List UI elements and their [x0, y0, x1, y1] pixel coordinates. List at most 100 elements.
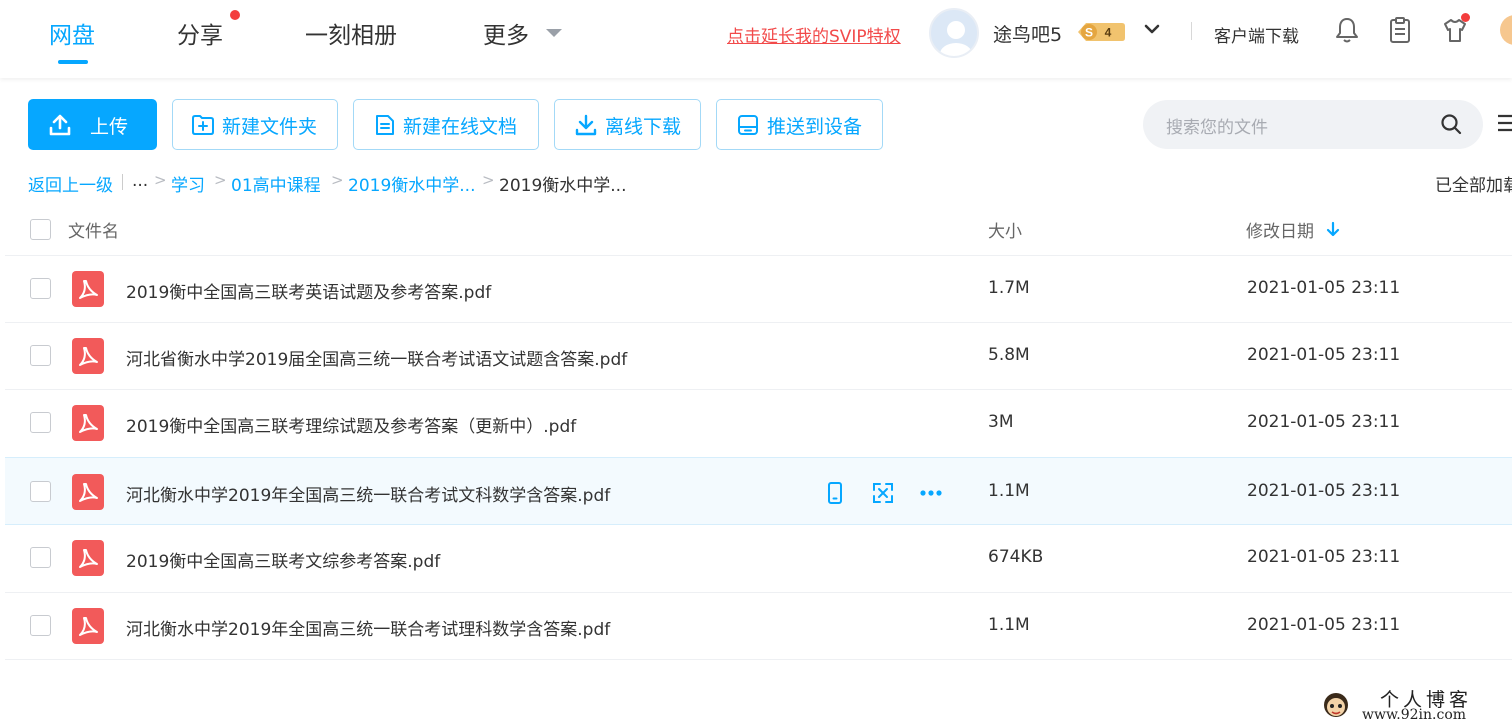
column-header-date[interactable]: 修改日期: [1246, 217, 1314, 242]
shirt-notification-dot: [1461, 13, 1470, 22]
file-date: 2021-01-05 23:11: [1247, 412, 1401, 432]
top-bar: 网盘 分享 一刻相册 更多 点击延长我的SVIP特权 途鸟吧5 S 4 客户端下…: [0, 0, 1512, 78]
row-checkbox[interactable]: [30, 345, 51, 366]
row-checkbox[interactable]: [30, 615, 51, 636]
row-checkbox[interactable]: [30, 412, 51, 433]
file-size: 1.1M: [988, 481, 1030, 501]
file-row[interactable]: 2019衡中全国高三联考英语试题及参考答案.pdf 1.7M 2021-01-0…: [5, 256, 1512, 323]
svip-level-badge-icon: S 4: [1078, 23, 1125, 41]
new-folder-button[interactable]: 新建文件夹: [172, 99, 338, 150]
row-checkbox[interactable]: [30, 481, 51, 502]
file-date: 2021-01-05 23:11: [1247, 481, 1401, 501]
partial-avatar[interactable]: [1500, 15, 1512, 45]
row-checkbox[interactable]: [30, 278, 51, 299]
push-to-device-label: 推送到设备: [767, 116, 863, 138]
file-date: 2021-01-05 23:11: [1247, 278, 1401, 298]
breadcrumb-divider: [122, 174, 123, 190]
file-date: 2021-01-05 23:11: [1247, 547, 1401, 567]
breadcrumb-item-highschool[interactable]: 01高中课程: [231, 171, 321, 196]
tab-album[interactable]: 一刻相册: [305, 16, 397, 50]
client-download-link[interactable]: 客户端下载: [1214, 22, 1299, 47]
file-name[interactable]: 河北衡水中学2019年全国高三统一联合考试理科数学含答案.pdf: [126, 615, 610, 640]
pdf-file-icon: [72, 405, 104, 441]
upload-label: 上传: [90, 116, 129, 138]
badge-s-text: S: [1085, 26, 1093, 40]
chevron-down-icon[interactable]: [1143, 20, 1161, 38]
file-name[interactable]: 2019衡中全国高三联考英语试题及参考答案.pdf: [126, 278, 491, 303]
file-name[interactable]: 2019衡中全国高三联考理综试题及参考答案（更新中）.pdf: [126, 412, 576, 437]
search-icon[interactable]: [1440, 113, 1462, 135]
breadcrumb-item-study[interactable]: 学习: [171, 171, 205, 196]
push-to-device-button[interactable]: 推送到设备: [716, 99, 883, 150]
breadcrumb-separator-icon: >: [482, 171, 495, 189]
share-icon[interactable]: [871, 481, 895, 505]
cartoon-face-icon: [1324, 693, 1348, 717]
breadcrumb-separator-icon: >: [214, 171, 227, 189]
share-notification-dot: [230, 10, 240, 20]
upload-button[interactable]: 上传: [28, 99, 157, 150]
offline-download-label: 离线下载: [605, 116, 682, 138]
file-row-hovered[interactable]: 河北衡水中学2019年全国高三统一联合考试文科数学含答案.pdf 1.1M 20…: [5, 457, 1512, 525]
back-link[interactable]: 返回上一级: [28, 171, 113, 196]
row-divider: [5, 659, 1512, 660]
file-row[interactable]: 河北衡水中学2019年全国高三统一联合考试理科数学含答案.pdf 1.1M 20…: [5, 593, 1512, 660]
username[interactable]: 途鸟吧5: [993, 20, 1062, 47]
file-size: 3M: [988, 412, 1014, 432]
new-folder-label: 新建文件夹: [222, 116, 318, 138]
file-date: 2021-01-05 23:11: [1247, 615, 1401, 635]
file-name[interactable]: 河北省衡水中学2019届全国高三统一联合考试语文试题含答案.pdf: [126, 345, 627, 370]
breadcrumb-item-hengshui[interactable]: 2019衡水中学...: [348, 171, 475, 196]
watermark-url: www.92in.com: [1362, 707, 1467, 723]
file-row[interactable]: 2019衡中全国高三联考理综试题及参考答案（更新中）.pdf 3M 2021-0…: [5, 390, 1512, 457]
badge-level-text: 4: [1105, 26, 1112, 40]
sort-descending-icon[interactable]: [1326, 220, 1340, 238]
header-divider: [1191, 22, 1192, 40]
document-icon: [376, 115, 394, 135]
user-avatar[interactable]: [929, 8, 979, 58]
list-view-icon[interactable]: [1498, 112, 1512, 134]
select-all-checkbox[interactable]: [30, 219, 51, 240]
file-size: 674KB: [988, 547, 1044, 567]
pdf-file-icon: [72, 474, 104, 510]
file-size: 5.8M: [988, 345, 1030, 365]
svip-renew-link[interactable]: 点击延长我的SVIP特权: [727, 22, 901, 47]
new-online-doc-button[interactable]: 新建在线文档: [353, 99, 539, 150]
column-header-size[interactable]: 大小: [988, 217, 1022, 242]
file-row[interactable]: 河北省衡水中学2019届全国高三统一联合考试语文试题含答案.pdf 5.8M 2…: [5, 323, 1512, 390]
active-tab-indicator: [58, 60, 88, 64]
file-size: 1.1M: [988, 615, 1030, 635]
file-row[interactable]: 2019衡中全国高三联考文综参考答案.pdf 674KB 2021-01-05 …: [5, 525, 1512, 592]
file-date: 2021-01-05 23:11: [1247, 345, 1401, 365]
tab-netdisk[interactable]: 网盘: [49, 16, 95, 50]
breadcrumb-separator-icon: >: [331, 171, 344, 189]
pdf-file-icon: [72, 608, 104, 644]
new-online-doc-label: 新建在线文档: [403, 116, 518, 138]
search-input[interactable]: 搜索您的文件: [1143, 100, 1483, 149]
download-icon: [575, 114, 597, 136]
more-dropdown-icon[interactable]: [546, 29, 562, 37]
search-placeholder: 搜索您的文件: [1166, 118, 1268, 138]
tab-more[interactable]: 更多: [483, 16, 529, 50]
phone-icon[interactable]: [823, 481, 847, 505]
breadcrumb-ellipsis[interactable]: ...: [132, 171, 148, 191]
device-icon: [738, 115, 758, 135]
breadcrumb-separator-icon: >: [154, 171, 167, 189]
pdf-file-icon: [72, 271, 104, 307]
file-name[interactable]: 河北衡水中学2019年全国高三统一联合考试文科数学含答案.pdf: [126, 481, 610, 506]
upload-icon: [49, 114, 71, 136]
load-status: 已全部加载: [1435, 176, 1512, 196]
file-size: 1.7M: [988, 278, 1030, 298]
clipboard-icon[interactable]: [1387, 16, 1413, 44]
column-header-name[interactable]: 文件名: [68, 217, 119, 242]
pdf-file-icon: [72, 540, 104, 576]
blog-watermark: 个人博客 www.92in.com: [1318, 685, 1512, 727]
row-checkbox[interactable]: [30, 547, 51, 568]
bell-icon[interactable]: [1334, 16, 1360, 44]
pdf-file-icon: [72, 338, 104, 374]
offline-download-button[interactable]: 离线下载: [554, 99, 701, 150]
folder-plus-icon: [192, 115, 214, 135]
breadcrumb-current: 2019衡水中学...: [499, 176, 627, 196]
tab-share[interactable]: 分享: [177, 16, 223, 50]
file-name[interactable]: 2019衡中全国高三联考文综参考答案.pdf: [126, 547, 440, 572]
more-icon[interactable]: [919, 481, 943, 505]
